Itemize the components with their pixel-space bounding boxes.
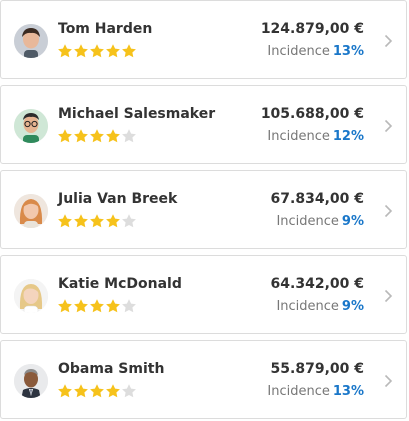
star-empty-icon — [122, 384, 136, 398]
chevron-right-icon[interactable] — [384, 34, 393, 48]
star-filled-icon — [90, 384, 104, 398]
man-glasses-icon — [14, 109, 48, 143]
star-filled-icon — [106, 214, 120, 228]
star-filled-icon — [90, 129, 104, 143]
list-item[interactable]: Julia Van Breek 67.834,00 € Incidence 9% — [0, 170, 407, 249]
incidence-row: Incidence 9% — [276, 299, 364, 314]
list-item[interactable]: Obama Smith 55.879,00 € Incidence 13% — [0, 340, 407, 419]
incidence-label: Incidence — [267, 384, 330, 399]
star-empty-icon — [122, 299, 136, 313]
star-filled-icon — [58, 384, 72, 398]
incidence-row: Incidence 12% — [267, 129, 364, 144]
incidence-row: Incidence 13% — [267, 384, 364, 399]
incidence-value: 9% — [341, 299, 364, 314]
star-filled-icon — [58, 44, 72, 58]
star-filled-icon — [58, 129, 72, 143]
person-name: Julia Van Breek — [58, 191, 178, 207]
star-filled-icon — [74, 214, 88, 228]
incidence-row: Incidence 9% — [276, 214, 364, 229]
person-name: Tom Harden — [58, 21, 153, 37]
incidence-value: 13% — [332, 384, 364, 399]
sales-amount: 67.834,00 € — [270, 191, 364, 207]
woman-red-hair-icon — [14, 194, 48, 228]
star-filled-icon — [90, 44, 104, 58]
man-suit-icon — [14, 364, 48, 398]
chevron-right-icon[interactable] — [384, 119, 393, 133]
person-name: Michael Salesmaker — [58, 106, 216, 122]
list-item[interactable]: Michael Salesmaker 105.688,00 € Incidenc… — [0, 85, 407, 164]
sales-amount: 55.879,00 € — [270, 361, 364, 377]
star-filled-icon — [90, 299, 104, 313]
incidence-label: Incidence — [267, 129, 330, 144]
incidence-row: Incidence 13% — [267, 44, 364, 59]
star-filled-icon — [106, 384, 120, 398]
star-rating — [57, 128, 137, 144]
star-rating — [57, 213, 137, 229]
star-filled-icon — [58, 214, 72, 228]
list-item[interactable]: Katie McDonald 64.342,00 € Incidence 9% — [0, 255, 407, 334]
star-filled-icon — [106, 299, 120, 313]
star-filled-icon — [74, 44, 88, 58]
chevron-right-icon[interactable] — [384, 374, 393, 388]
star-filled-icon — [106, 44, 120, 58]
star-filled-icon — [58, 299, 72, 313]
star-filled-icon — [90, 214, 104, 228]
star-filled-icon — [74, 299, 88, 313]
star-filled-icon — [74, 384, 88, 398]
incidence-value: 9% — [341, 214, 364, 229]
incidence-label: Incidence — [267, 44, 330, 59]
star-rating — [57, 43, 137, 59]
sales-amount: 64.342,00 € — [270, 276, 364, 292]
star-filled-icon — [74, 129, 88, 143]
star-rating — [57, 383, 137, 399]
star-empty-icon — [122, 214, 136, 228]
star-empty-icon — [122, 129, 136, 143]
person-name: Katie McDonald — [58, 276, 182, 292]
incidence-label: Incidence — [276, 214, 339, 229]
incidence-label: Incidence — [276, 299, 339, 314]
list-item[interactable]: Tom Harden 124.879,00 € Incidence 13% — [0, 0, 407, 79]
star-filled-icon — [106, 129, 120, 143]
incidence-value: 13% — [332, 44, 364, 59]
star-filled-icon — [122, 44, 136, 58]
chevron-right-icon[interactable] — [384, 289, 393, 303]
sales-amount: 124.879,00 € — [260, 21, 364, 37]
star-rating — [57, 298, 137, 314]
chevron-right-icon[interactable] — [384, 204, 393, 218]
incidence-value: 12% — [332, 129, 364, 144]
person-name: Obama Smith — [58, 361, 165, 377]
man-dark-hair-icon — [14, 24, 48, 58]
sales-amount: 105.688,00 € — [260, 106, 364, 122]
woman-blonde-hair-icon — [14, 279, 48, 313]
